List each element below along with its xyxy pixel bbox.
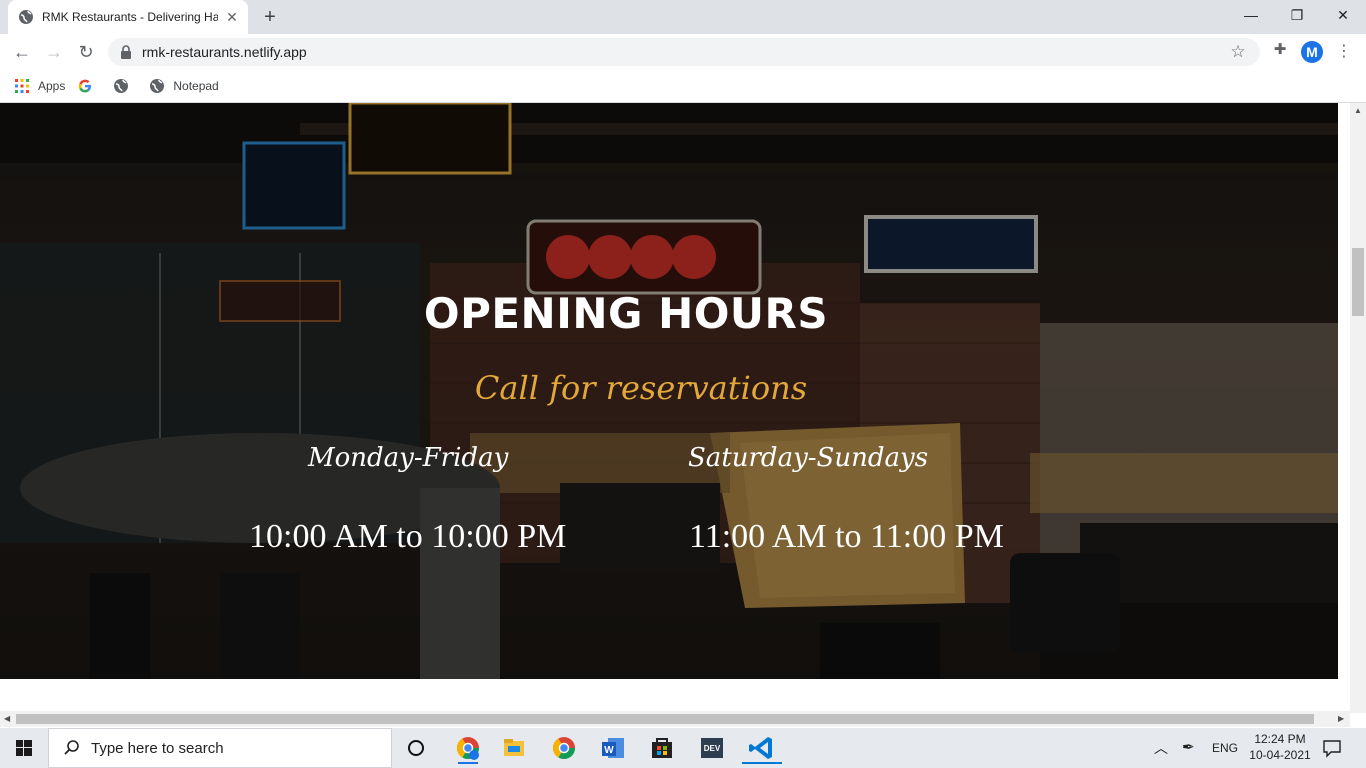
bookmark-star-icon[interactable]: ☆ <box>1228 42 1248 62</box>
chrome-icon[interactable] <box>544 732 584 764</box>
tray-chevron-up-icon[interactable]: ︿ <box>1154 728 1168 768</box>
cortana-circle-icon[interactable] <box>396 732 436 764</box>
bookmark-apps[interactable]: Apps <box>14 78 65 94</box>
bookmark-globe[interactable] <box>113 78 137 94</box>
url-text: rmk-restaurants.netlify.app <box>142 44 307 60</box>
reload-button[interactable]: ↻ <box>74 40 98 64</box>
store-bag-icon[interactable] <box>642 732 682 764</box>
apps-grid-icon <box>15 79 29 93</box>
svg-text:W: W <box>604 745 614 756</box>
pen-icon[interactable]: ✒ <box>1182 728 1195 768</box>
google-icon <box>79 79 92 93</box>
minimize-button[interactable]: — <box>1228 0 1274 30</box>
close-tab-icon[interactable]: ✕ <box>224 9 240 25</box>
clock-time: 12:24 PM <box>1254 732 1306 746</box>
svg-text:DEV: DEV <box>704 744 721 753</box>
scroll-left-arrow-icon[interactable]: ◀ <box>4 714 10 723</box>
lock-icon <box>121 45 131 59</box>
profile-avatar[interactable]: M <box>1301 41 1323 63</box>
address-bar[interactable]: rmk-restaurants.netlify.app ☆ <box>108 38 1260 66</box>
browser-toolbar: ← → ↻ rmk-restaurants.netlify.app ☆ <box>0 34 1366 70</box>
tab-title: RMK Restaurants - Delivering Ha <box>42 10 218 24</box>
horizontal-scroll-thumb[interactable] <box>16 714 1314 724</box>
file-explorer-icon[interactable] <box>494 732 534 764</box>
scroll-up-arrow-icon[interactable]: ▲ <box>1354 106 1362 115</box>
forward-button[interactable]: → <box>42 40 66 64</box>
scroll-right-arrow-icon[interactable]: ▶ <box>1338 714 1344 723</box>
vscode-icon[interactable] <box>742 732 782 764</box>
opening-hours-section: OPENING HOURS Call for reservations Mond… <box>0 103 1338 679</box>
windows-start-icon[interactable] <box>0 728 48 768</box>
restore-button[interactable]: ❐ <box>1274 0 1320 30</box>
globe-icon <box>114 79 129 93</box>
extensions-puzzle-icon[interactable]: ✚ <box>1270 40 1290 60</box>
weekday-label: Monday-Friday <box>308 443 509 473</box>
windows-taskbar: Type here to search W DEV ︿ ✒ ENG 12:24 … <box>0 728 1366 768</box>
word-icon[interactable]: W <box>594 732 634 764</box>
reservations-subheading: Call for reservations <box>474 369 808 407</box>
search-placeholder: Type here to search <box>91 739 224 757</box>
chrome-profile-icon[interactable] <box>448 732 488 764</box>
back-button[interactable]: ← <box>10 40 34 64</box>
globe-icon <box>19 10 33 24</box>
weekday-hours: 10:00 AM to 10:00 PM <box>249 518 567 555</box>
taskbar-search-box[interactable]: Type here to search <box>48 728 392 768</box>
clock-date: 10-04-2021 <box>1249 748 1311 762</box>
dev-icon[interactable]: DEV <box>692 732 732 764</box>
bookmark-notepad[interactable]: Notepad <box>149 78 219 94</box>
globe-icon <box>150 79 165 93</box>
weekend-hours: 11:00 AM to 11:00 PM <box>689 518 1004 555</box>
taskbar-clock[interactable]: 12:24 PM 10-04-2021 <box>1240 731 1320 763</box>
opening-hours-heading: OPENING HOURS <box>423 289 829 338</box>
notifications-icon[interactable] <box>1314 732 1350 764</box>
vertical-scroll-thumb[interactable] <box>1352 248 1364 316</box>
bookmark-google[interactable] <box>77 78 101 94</box>
vertical-scrollbar[interactable] <box>1350 103 1366 713</box>
search-icon <box>64 740 79 755</box>
new-tab-button[interactable]: + <box>258 6 282 28</box>
weekend-label: Saturday-Sundays <box>688 443 929 473</box>
bookmark-label: Notepad <box>173 79 219 93</box>
browser-tab[interactable]: RMK Restaurants - Delivering Ha ✕ <box>8 0 248 34</box>
bookmarks-bar: Apps Notepad <box>0 70 1366 103</box>
bookmark-label: Apps <box>38 79 66 93</box>
tab-strip: RMK Restaurants - Delivering Ha ✕ + — ❐ … <box>0 0 1366 34</box>
window-close-button[interactable]: ✕ <box>1320 0 1366 30</box>
language-indicator[interactable]: ENG <box>1212 728 1238 768</box>
menu-kebab-icon[interactable]: ⋮ <box>1336 40 1352 64</box>
page-viewport: OPENING HOURS Call for reservations Mond… <box>0 103 1350 713</box>
